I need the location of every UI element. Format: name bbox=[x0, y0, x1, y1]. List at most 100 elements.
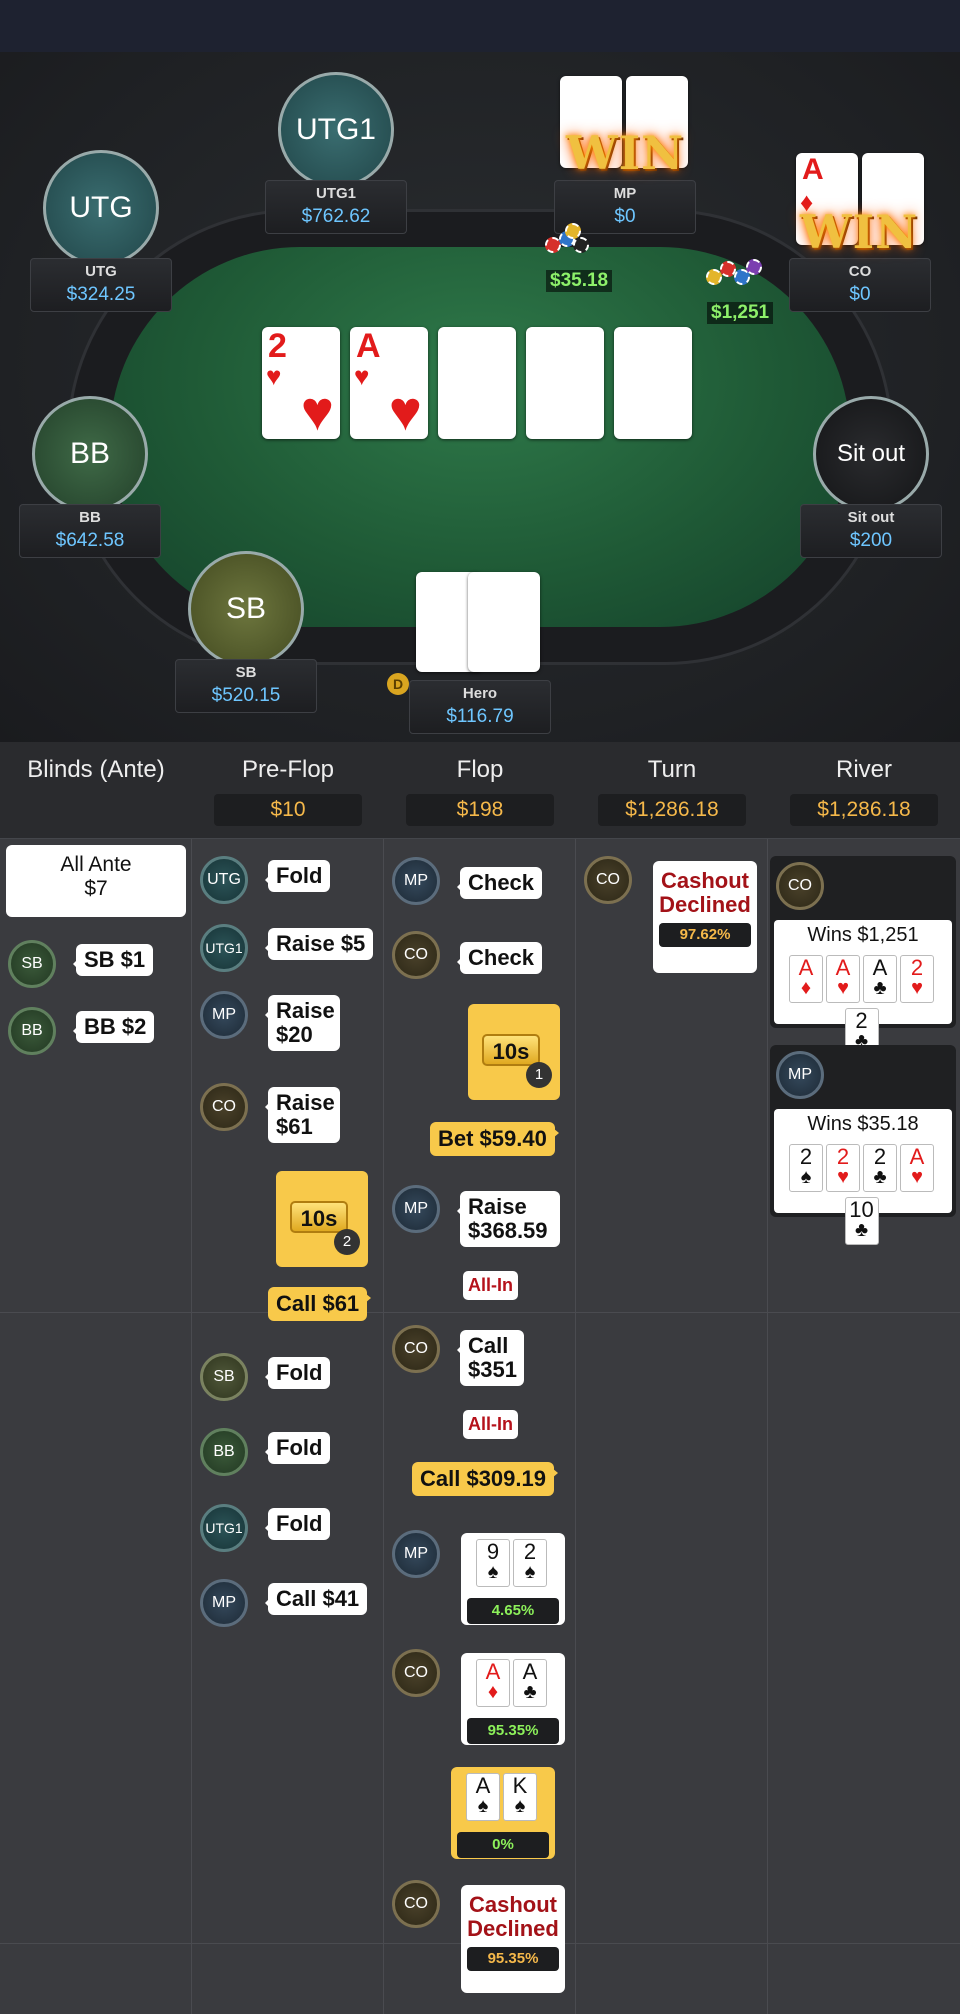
street-pot: $1,286.18 bbox=[598, 794, 746, 826]
col-blinds: Blinds (Ante) bbox=[27, 756, 165, 783]
action-bubble: Check bbox=[456, 867, 543, 900]
equity-box: 9 ♠ 2 ♠ 4.65% bbox=[461, 1533, 565, 1625]
player-badge: BB bbox=[8, 1007, 56, 1055]
win-badge: WIN bbox=[800, 205, 919, 259]
mini-card: A ♣ bbox=[513, 1659, 547, 1707]
player-stack: $762.62 bbox=[301, 206, 371, 227]
seat-sb[interactable]: SB SB $520.15 bbox=[166, 551, 326, 713]
mini-card: K ♠ bbox=[503, 1773, 537, 1821]
player-name: BB bbox=[79, 509, 101, 526]
avatar: UTG1 bbox=[278, 72, 394, 188]
playing-card: 2 ♥ ♥ bbox=[262, 327, 340, 439]
hero-equity-box: A ♠ K ♠ 0% bbox=[451, 1767, 555, 1859]
action-bubble: Raise $61 bbox=[265, 1087, 340, 1144]
player-name: SB bbox=[235, 664, 257, 681]
player-badge: MP bbox=[200, 1579, 248, 1627]
player-badge: UTG1 bbox=[200, 924, 248, 972]
street-pot: $1,286.18 bbox=[790, 794, 938, 826]
mini-card: 2 ♠ bbox=[789, 1144, 823, 1192]
mini-card: A ♦ bbox=[789, 955, 823, 1003]
seat-plate: UTG1 $762.62 bbox=[265, 180, 407, 234]
action-bubble: BB $2 bbox=[72, 1011, 155, 1044]
mini-card: A ♦ bbox=[476, 1659, 510, 1707]
mini-card: 2 ♠ bbox=[513, 1539, 547, 1587]
player-badge: CO bbox=[776, 862, 824, 910]
player-name: CO bbox=[848, 263, 872, 280]
player-stack: $520.15 bbox=[211, 685, 281, 706]
action-bubble: Call $41 bbox=[264, 1583, 368, 1616]
col-preflop: Pre-Flop $10 bbox=[192, 756, 384, 826]
player-stack: $200 bbox=[849, 530, 893, 551]
action-bubble: Fold bbox=[264, 1508, 331, 1541]
mini-card: 2 ♣ bbox=[863, 1144, 897, 1192]
avatar: BB bbox=[32, 396, 148, 512]
seat-bb[interactable]: BB BB $642.58 bbox=[10, 396, 170, 558]
seat-plate: Sit out $200 bbox=[800, 504, 942, 558]
player-badge: BB bbox=[200, 1428, 248, 1476]
avatar: Sit out bbox=[813, 396, 929, 512]
hero-action-bubble: Call $61 bbox=[268, 1287, 372, 1322]
history-header: Blinds (Ante) Pre-Flop $10 Flop $198 Turn $… bbox=[0, 742, 960, 839]
action-bubble: Fold bbox=[264, 860, 331, 893]
action-bubble: Fold bbox=[264, 1432, 331, 1465]
mini-card: A ♥ bbox=[900, 1144, 934, 1192]
seat-utg1[interactable]: UTG1 UTG1 $762.62 bbox=[256, 72, 416, 234]
all-in-tag: All-In bbox=[463, 1410, 518, 1439]
action-bubble: Check bbox=[456, 942, 543, 975]
action-bubble: Raise $5 bbox=[264, 928, 374, 961]
street-pot: $10 bbox=[214, 794, 362, 826]
player-name: Hero bbox=[462, 685, 498, 702]
player-name: UTG1 bbox=[315, 185, 356, 202]
mini-card: 9 ♠ bbox=[476, 1539, 510, 1587]
playing-card: 2 ♣ ♣ bbox=[438, 327, 516, 439]
avatar: UTG bbox=[43, 150, 159, 266]
seat-plate: UTG $324.25 bbox=[30, 258, 172, 312]
seat-plate: CO $0 bbox=[789, 258, 931, 312]
seat-plate: SB $520.15 bbox=[175, 659, 317, 713]
ante-box: All Ante $7 bbox=[6, 845, 186, 917]
mini-card: 2 ♥ bbox=[900, 955, 934, 1003]
playing-card: 10 ♣ ♣ bbox=[614, 327, 692, 439]
player-stack: $116.79 bbox=[446, 706, 514, 727]
winner-box: MP Wins $35.18 2 ♠ 2 ♥ 2 ♣ A ♥ 10 ♣ bbox=[770, 1045, 956, 1245]
cashout-declined-box: Cashout Declined 97.62% bbox=[653, 861, 757, 973]
player-badge: CO bbox=[584, 856, 632, 904]
equity-percent: 0% bbox=[457, 1832, 549, 1858]
win-text: Wins $35.18 bbox=[807, 1113, 919, 1135]
mini-card: A ♥ bbox=[826, 955, 860, 1003]
equity-box: A ♦ A ♣ 95.35% bbox=[461, 1653, 565, 1745]
player-badge: CO bbox=[392, 1649, 440, 1697]
seat-utg[interactable]: UTG UTG $324.25 bbox=[21, 150, 181, 312]
cashout-declined-box: Cashout Declined 95.35% bbox=[461, 1885, 565, 1993]
chip-stack-icon bbox=[706, 255, 766, 291]
player-badge: MP bbox=[200, 991, 248, 1039]
player-badge: SB bbox=[8, 940, 56, 988]
chip-stack-icon bbox=[545, 223, 605, 259]
action-bubble: Raise $368.59 bbox=[457, 1191, 560, 1248]
player-badge: MP bbox=[392, 1185, 440, 1233]
player-badge: SB bbox=[200, 1353, 248, 1401]
player-badge: CO bbox=[200, 1083, 248, 1131]
player-badge: UTG1 bbox=[200, 1504, 248, 1552]
mini-card: A ♠ bbox=[466, 1773, 500, 1821]
street-pot: $198 bbox=[406, 794, 554, 826]
player-badge: CO bbox=[392, 931, 440, 979]
action-bubble: Raise $20 bbox=[265, 995, 340, 1052]
player-stack: $324.25 bbox=[66, 284, 136, 305]
hero-hole-cards: A ♠ ♠ K ♠ ♠ bbox=[416, 572, 540, 672]
equity-percent: 95.35% bbox=[467, 1718, 559, 1744]
player-badge: MP bbox=[776, 1051, 824, 1099]
player-badge: MP bbox=[392, 857, 440, 905]
seat-sit-out[interactable]: Sit out Sit out $200 bbox=[791, 396, 951, 558]
win-badge: WIN bbox=[566, 126, 685, 180]
hero-action-bubble: Bet $59.40 bbox=[430, 1122, 559, 1157]
avatar: SB bbox=[188, 551, 304, 667]
action-bubble: Call $351 bbox=[457, 1330, 524, 1387]
hero-action-bubble: Call $309.19 bbox=[412, 1462, 558, 1497]
pot-amount: $1,251 bbox=[707, 302, 774, 324]
col-river: River $1,286.18 bbox=[768, 756, 960, 826]
winner-box: CO Wins $1,251 A ♦ A ♥ A ♣ 2 ♥ 2 ♣ bbox=[770, 856, 956, 1056]
timebank-icon: 10s 1 bbox=[468, 1004, 560, 1100]
player-name: Sit out bbox=[847, 509, 895, 526]
action-bubble: Fold bbox=[264, 1357, 331, 1390]
